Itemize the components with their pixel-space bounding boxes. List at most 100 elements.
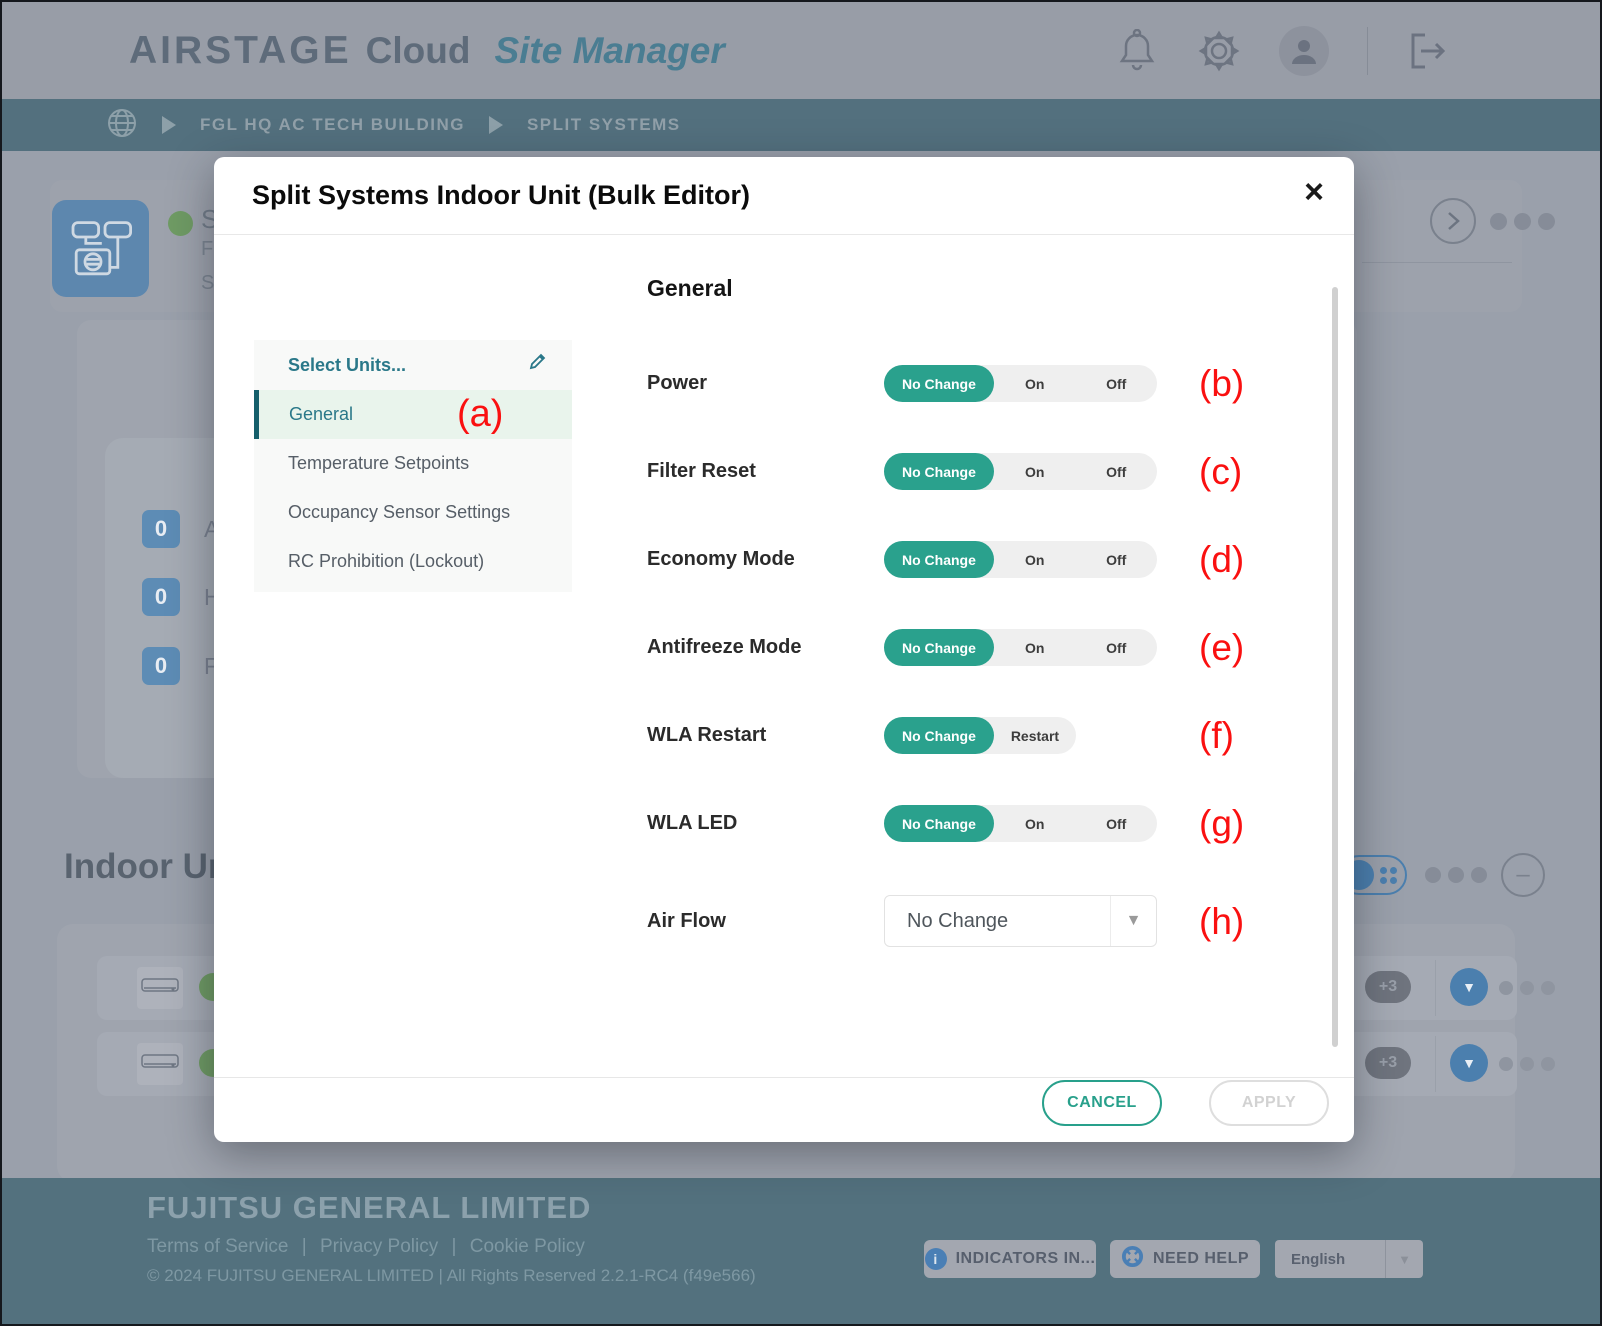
- terms-link[interactable]: Terms of Service: [147, 1236, 288, 1257]
- language-dropdown-arrow-icon: ▼: [1385, 1240, 1423, 1278]
- notifications-bell-icon[interactable]: [1115, 29, 1159, 73]
- setting-row-wla-restart: WLA Restart No Change Restart: [647, 717, 1207, 754]
- breadcrumb-section[interactable]: SPLIT SYSTEMS: [527, 115, 681, 135]
- card-menu-ellipsis-icon[interactable]: [1490, 213, 1555, 230]
- nav-item-temperature-setpoints[interactable]: Temperature Setpoints: [254, 439, 572, 488]
- brand-cloud: Cloud: [366, 30, 471, 72]
- card-divider: [1362, 262, 1512, 263]
- indicators-info-button[interactable]: i INDICATORS IN...: [924, 1240, 1096, 1278]
- app-logo: AIRSTAGE Cloud Site Manager: [129, 29, 725, 73]
- units-menu-ellipsis-icon[interactable]: [1425, 867, 1487, 883]
- annotation-g: (g): [1199, 805, 1244, 842]
- option-on[interactable]: On: [994, 816, 1076, 832]
- row-menu-ellipsis-icon[interactable]: [1499, 981, 1555, 995]
- cookie-link[interactable]: Cookie Policy: [470, 1236, 585, 1257]
- option-on[interactable]: On: [994, 640, 1076, 656]
- air-flow-value: No Change: [885, 910, 1110, 933]
- dialog-title: Split Systems Indoor Unit (Bulk Editor): [252, 180, 750, 211]
- status-dot: [168, 211, 193, 236]
- filter-reset-segmented-control: No Change On Off: [884, 453, 1157, 490]
- option-off[interactable]: Off: [1075, 640, 1157, 656]
- help-lifering-icon: [1121, 1245, 1144, 1273]
- option-on[interactable]: On: [994, 464, 1076, 480]
- setting-label: Power: [647, 372, 884, 395]
- footer-copyright: © 2024 FUJITSU GENERAL LIMITED | All Rig…: [147, 1266, 756, 1286]
- option-off[interactable]: Off: [1075, 376, 1157, 392]
- row-divider: [1435, 960, 1436, 1016]
- close-icon[interactable]: ×: [1304, 175, 1324, 209]
- row-expand-arrow-icon[interactable]: ▼: [1450, 968, 1488, 1006]
- annotation-b: (b): [1199, 365, 1244, 402]
- info-icon: i: [925, 1248, 947, 1270]
- language-select[interactable]: English ▼: [1275, 1240, 1423, 1278]
- option-no-change-selected[interactable]: No Change: [884, 365, 994, 402]
- logout-icon[interactable]: [1406, 29, 1450, 73]
- option-off[interactable]: Off: [1075, 816, 1157, 832]
- counter-value: 0: [142, 510, 180, 548]
- antifreeze-mode-segmented-control: No Change On Off: [884, 629, 1157, 666]
- app-screen: AIRSTAGE Cloud Site Manager: [0, 0, 1602, 1326]
- nav-item-rc-prohibition[interactable]: RC Prohibition (Lockout): [254, 537, 572, 586]
- dialog-footer-divider: [214, 1077, 1354, 1078]
- more-units-badge: +3: [1365, 1047, 1411, 1079]
- need-help-button[interactable]: NEED HELP: [1110, 1240, 1260, 1278]
- option-no-change-selected[interactable]: No Change: [884, 805, 994, 842]
- annotation-f: (f): [1199, 717, 1234, 754]
- language-value: English: [1275, 1251, 1385, 1268]
- option-no-change-selected[interactable]: No Change: [884, 541, 994, 578]
- setting-label: Filter Reset: [647, 460, 884, 483]
- nav-item-label: Occupancy Sensor Settings: [288, 502, 510, 523]
- wla-restart-segmented-control: No Change Restart: [884, 717, 1076, 754]
- section-heading: General: [647, 275, 733, 302]
- cancel-button[interactable]: CANCEL: [1042, 1080, 1162, 1126]
- dropdown-arrow-icon: ▼: [1110, 896, 1156, 946]
- user-avatar[interactable]: [1279, 26, 1329, 76]
- dialog-header: Split Systems Indoor Unit (Bulk Editor) …: [214, 157, 1354, 235]
- breadcrumb-arrow-icon: [162, 116, 176, 134]
- indicators-button-label: INDICATORS IN...: [956, 1250, 1096, 1268]
- nav-item-general[interactable]: General (a): [254, 390, 572, 439]
- option-no-change-selected[interactable]: No Change: [884, 717, 994, 754]
- collapse-minus-icon[interactable]: –: [1501, 853, 1545, 897]
- air-flow-dropdown[interactable]: No Change ▼: [884, 895, 1157, 947]
- link-separator: |: [302, 1236, 307, 1257]
- expand-chevron-icon[interactable]: [1430, 198, 1476, 244]
- setting-row-power: Power No Change On Off: [647, 365, 1207, 402]
- globe-icon[interactable]: [106, 107, 138, 144]
- select-units-button[interactable]: Select Units...: [254, 340, 572, 390]
- grid-view-icon: [1380, 867, 1397, 884]
- settings-gear-icon[interactable]: [1197, 29, 1241, 73]
- setting-label: Air Flow: [647, 910, 884, 933]
- wla-led-segmented-control: No Change On Off: [884, 805, 1157, 842]
- edit-pencil-icon[interactable]: [528, 353, 546, 377]
- option-no-change-selected[interactable]: No Change: [884, 629, 994, 666]
- annotation-e: (e): [1199, 629, 1244, 666]
- counter-value: 0: [142, 647, 180, 685]
- annotation-a: (a): [457, 396, 503, 433]
- apply-button[interactable]: APPLY: [1209, 1080, 1329, 1126]
- power-segmented-control: No Change On Off: [884, 365, 1157, 402]
- more-units-badge: +3: [1365, 971, 1411, 1003]
- select-units-label: Select Units...: [288, 355, 406, 376]
- breadcrumb: FGL HQ AC TECH BUILDING SPLIT SYSTEMS: [2, 99, 1600, 151]
- row-expand-arrow-icon[interactable]: ▼: [1450, 1044, 1488, 1082]
- annotation-h: (h): [1199, 903, 1244, 940]
- topbar-divider: [1367, 27, 1368, 75]
- page-footer: FUJITSU GENERAL LIMITED Terms of Service…: [2, 1178, 1600, 1324]
- nav-item-occupancy-sensor-settings[interactable]: Occupancy Sensor Settings: [254, 488, 572, 537]
- row-menu-ellipsis-icon[interactable]: [1499, 1057, 1555, 1071]
- link-separator: |: [452, 1236, 457, 1257]
- option-off[interactable]: Off: [1075, 552, 1157, 568]
- dialog-scrollbar[interactable]: [1332, 287, 1338, 1047]
- bulk-editor-dialog: Split Systems Indoor Unit (Bulk Editor) …: [214, 157, 1354, 1142]
- option-on[interactable]: On: [994, 552, 1076, 568]
- option-restart[interactable]: Restart: [994, 728, 1076, 744]
- option-off[interactable]: Off: [1075, 464, 1157, 480]
- annotation-c: (c): [1199, 453, 1242, 490]
- option-no-change-selected[interactable]: No Change: [884, 453, 994, 490]
- option-on[interactable]: On: [994, 376, 1076, 392]
- breadcrumb-site[interactable]: FGL HQ AC TECH BUILDING: [200, 115, 465, 135]
- setting-label: Economy Mode: [647, 548, 884, 571]
- privacy-link[interactable]: Privacy Policy: [320, 1236, 438, 1257]
- setting-label: WLA Restart: [647, 724, 884, 747]
